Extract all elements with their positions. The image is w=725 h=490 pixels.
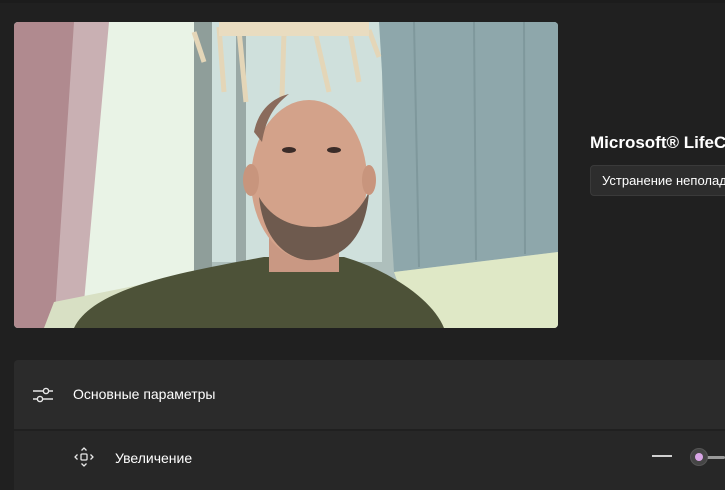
basic-settings-label: Основные параметры bbox=[73, 386, 216, 402]
zoom-label: Увеличение bbox=[115, 450, 193, 466]
zoom-min-indicator bbox=[652, 455, 672, 457]
camera-preview bbox=[14, 22, 558, 328]
sliders-icon bbox=[32, 384, 54, 406]
move-arrows-icon bbox=[74, 447, 94, 467]
camera-device-name: Microsoft® LifeCam bbox=[590, 133, 725, 152]
camera-settings-page: Microsoft® LifeCam Устранение неполадок … bbox=[0, 0, 725, 490]
zoom-slider[interactable] bbox=[690, 447, 725, 467]
zoom-slider-thumb-dot bbox=[695, 453, 703, 461]
basic-settings-header[interactable]: Основные параметры bbox=[14, 360, 725, 429]
zoom-setting-row: Увеличение bbox=[14, 431, 725, 490]
camera-preview-image bbox=[14, 22, 558, 328]
zoom-slider-thumb[interactable] bbox=[690, 448, 708, 466]
top-edge bbox=[0, 0, 725, 3]
troubleshoot-button[interactable]: Устранение неполадок bbox=[590, 165, 725, 196]
settings-panel: Основные параметры Увеличение bbox=[14, 360, 725, 490]
